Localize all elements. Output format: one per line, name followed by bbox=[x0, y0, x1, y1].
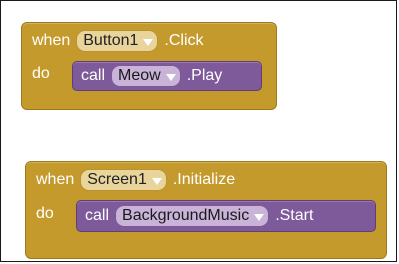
component-name: Button1 bbox=[83, 32, 139, 49]
method-name: .Start bbox=[275, 207, 314, 224]
event-name: .Initialize bbox=[172, 171, 236, 188]
call-component-dropdown[interactable]: Meow bbox=[111, 65, 181, 87]
when-keyword: when bbox=[36, 171, 75, 188]
when-keyword: when bbox=[32, 32, 71, 49]
component-dropdown[interactable]: Screen1 bbox=[80, 169, 167, 191]
event-header: when Button1 .Click bbox=[32, 30, 204, 52]
call-block-meow-play[interactable]: call Meow .Play bbox=[72, 61, 262, 91]
chevron-down-icon bbox=[143, 38, 154, 46]
call-component-name: Meow bbox=[118, 67, 161, 84]
event-header: when Screen1 .Initialize bbox=[36, 169, 235, 191]
chevron-down-icon bbox=[165, 73, 176, 81]
call-keyword: call bbox=[81, 67, 106, 84]
event-block-screen1-initialize[interactable]: when Screen1 .Initialize do call Backgro… bbox=[25, 161, 387, 259]
chevron-down-icon bbox=[151, 177, 162, 185]
method-name: .Play bbox=[186, 67, 223, 84]
do-keyword: do bbox=[32, 65, 50, 82]
call-component-dropdown[interactable]: BackgroundMusic bbox=[115, 205, 270, 227]
call-component-name: BackgroundMusic bbox=[122, 207, 250, 224]
do-keyword: do bbox=[36, 205, 54, 222]
component-name: Screen1 bbox=[87, 171, 147, 188]
event-name: .Click bbox=[164, 32, 204, 49]
event-block-button1-click[interactable]: when Button1 .Click do call Meow .Play bbox=[21, 22, 277, 110]
blocks-workspace[interactable]: when Button1 .Click do call Meow .Play w… bbox=[0, 0, 397, 262]
chevron-down-icon bbox=[254, 213, 265, 221]
call-keyword: call bbox=[85, 207, 110, 224]
call-block-backgroundmusic-start[interactable]: call BackgroundMusic .Start bbox=[76, 200, 376, 232]
component-dropdown[interactable]: Button1 bbox=[76, 30, 159, 52]
